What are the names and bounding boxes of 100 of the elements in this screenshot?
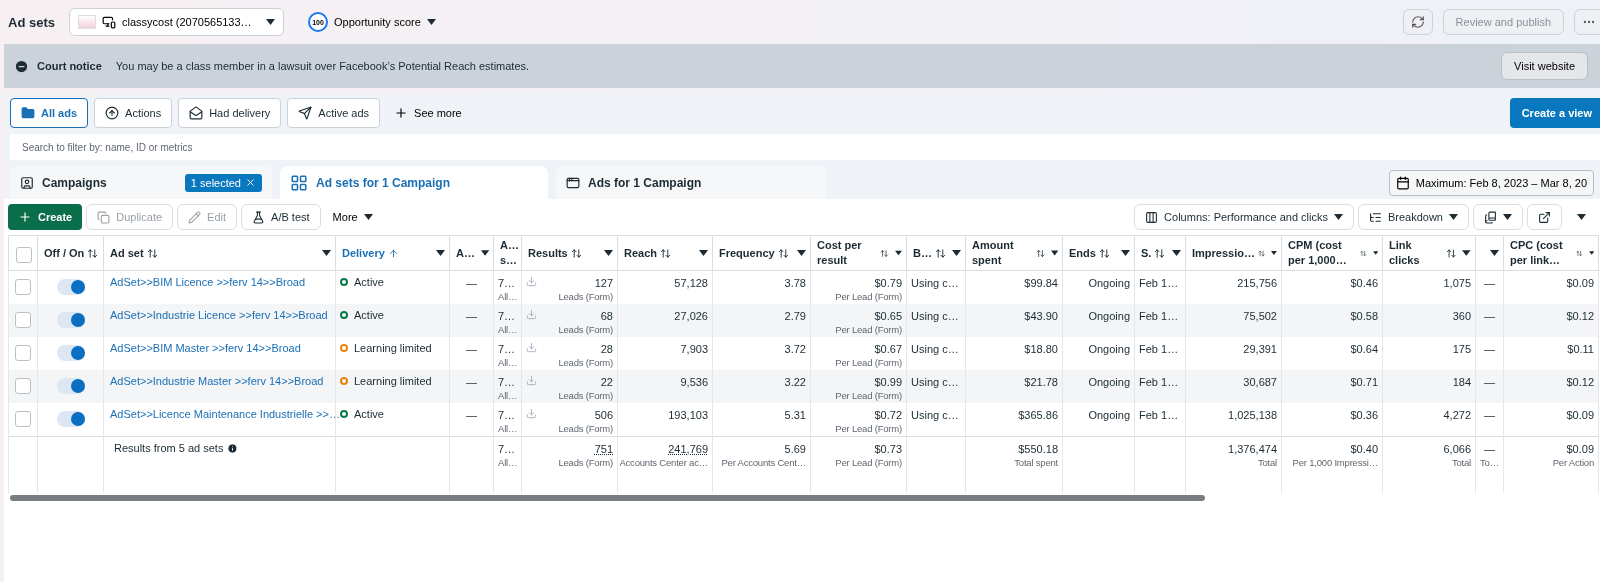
cell-value: 360 [1452,309,1471,323]
date-range-button[interactable]: Maximum: Feb 8, 2023 – Mar 8, 20 [1388,169,1594,196]
more-menu-button[interactable]: More [324,211,381,223]
ad-set-link[interactable]: AdSet>>Industrie Licence >>ferv 14>>Broad [108,309,328,321]
cell-value: 28 [600,342,613,356]
caret-icon [322,250,331,256]
device-icon [101,15,116,29]
horizontal-scrollbar[interactable] [10,494,1205,501]
cell-value: $43.90 [1024,309,1058,323]
filter-chip[interactable]: All ads [10,98,89,128]
delivery-status: Learning limited [354,342,432,354]
column-header[interactable]: Reach [624,245,658,261]
cell-value: $0.99 [874,375,902,389]
sort-icon[interactable] [1445,247,1457,259]
column-header[interactable]: Results [528,245,568,261]
export-button[interactable] [1527,204,1562,230]
sort-ascending-icon[interactable] [387,247,399,259]
cell-subtext: Total [1451,456,1471,470]
refresh-button[interactable] [1402,9,1433,35]
sort-icon[interactable] [777,247,789,259]
level-tab[interactable]: Campaigns 1 selected [10,166,272,199]
cell-value: Ongoing [1088,408,1130,422]
cell-value: Ongoing [1088,309,1130,323]
caret-icon [480,250,489,256]
column-header[interactable]: S. [1141,245,1152,261]
pencil-icon [188,210,202,224]
cell-subtext: Per Lead (Form) [835,323,902,337]
on-off-toggle[interactable] [56,345,85,361]
selected-badge[interactable]: 1 selected [184,173,262,192]
column-header[interactable]: Delivery [342,245,385,261]
row-checkbox[interactable] [15,345,31,361]
tab-label: Ads for 1 Campaign [588,175,702,190]
cell-value: Using c… [911,375,959,389]
on-off-toggle[interactable] [56,312,85,328]
level-tab[interactable]: Ad sets for 1 Campaign [280,166,548,199]
see-more-button[interactable]: See more [386,106,470,120]
cell-value: — [1484,309,1495,323]
on-off-toggle[interactable] [56,279,85,295]
on-off-toggle[interactable] [56,411,85,427]
column-header[interactable]: Ends [1069,245,1096,261]
copy-icon [97,210,111,224]
cell-subtext: Leads (Form) [558,422,613,436]
cell-value: $0.73 [874,442,902,456]
search-field[interactable]: Search to filter by: name, ID or metrics [10,134,1600,160]
cell-value: $0.67 [874,342,902,356]
sort-icon[interactable] [1154,247,1166,259]
cell-value: 751 [594,442,613,456]
columns-button[interactable]: Columns: Performance and clicks [1134,204,1354,230]
info-icon[interactable] [227,442,239,454]
sort-icon[interactable] [880,247,889,259]
notice-icon [14,58,29,74]
column-header[interactable]: Ad set [110,245,144,261]
sort-icon[interactable] [934,247,946,259]
cell-subtext: To… [1480,456,1499,470]
cell-value: 7… [498,309,516,323]
create-button[interactable]: Create [8,204,83,230]
ad-set-link[interactable]: AdSet>>Licence Maintenance Industrielle >>… [108,408,340,420]
cell-value: — [466,276,477,290]
grid-icon [290,173,308,192]
filter-chip[interactable]: Active ads [287,98,381,128]
cell-value: — [1484,375,1495,389]
sort-icon[interactable] [87,247,99,259]
cell-value: 9,536 [680,375,708,389]
sort-icon[interactable] [1035,247,1045,259]
filter-chip[interactable]: Actions [94,98,173,128]
row-checkbox[interactable] [15,411,31,427]
close-icon[interactable] [245,177,256,188]
cell-value: $0.65 [874,309,902,323]
ad-set-link[interactable]: AdSet>>BIM Licence >>ferv 14>>Broad [108,276,306,288]
cell-value: — [466,408,477,422]
row-checkbox[interactable] [15,312,31,328]
cell-value: $0.64 [1350,342,1378,356]
cell-value: 3.72 [784,342,806,356]
cell-value: Ongoing [1088,342,1130,356]
create-view-button[interactable]: Create a view [1509,98,1600,128]
row-checkbox[interactable] [15,279,31,295]
reports-button[interactable] [1473,204,1523,230]
ad-set-link[interactable]: AdSet>>BIM Master >>ferv 14>>Broad [108,342,301,354]
breakdown-button[interactable]: Breakdown [1357,204,1469,230]
caret-icon [1050,250,1058,256]
sort-icon[interactable] [1098,247,1110,259]
sort-icon[interactable] [660,247,672,259]
column-header[interactable]: B… [913,245,932,261]
page-title: Ad sets [8,14,55,30]
ad-set-link[interactable]: AdSet>>Industrie Master >>ferv 14>>Broad [108,375,324,387]
row-checkbox[interactable] [15,378,31,394]
account-selector[interactable]: classycost (2070565133… [68,8,284,36]
sort-icon[interactable] [570,247,582,259]
visit-website-button[interactable]: Visit website [1501,52,1588,80]
filter-chip[interactable]: Had delivery [178,98,282,128]
cell-subtext: Per Lead (Form) [835,422,902,436]
cell-value: 22 [600,375,613,389]
ab-test-button[interactable]: A/B test [241,204,321,230]
column-header[interactable]: A… [456,245,475,261]
select-all-checkbox[interactable] [16,246,32,263]
cell-subtext: Accounts Center ac… [619,456,708,470]
cell-value: $0.36 [1350,408,1378,422]
sort-icon[interactable] [146,247,158,259]
level-tab[interactable]: Ads for 1 Campaign [556,166,826,199]
on-off-toggle[interactable] [56,378,85,394]
